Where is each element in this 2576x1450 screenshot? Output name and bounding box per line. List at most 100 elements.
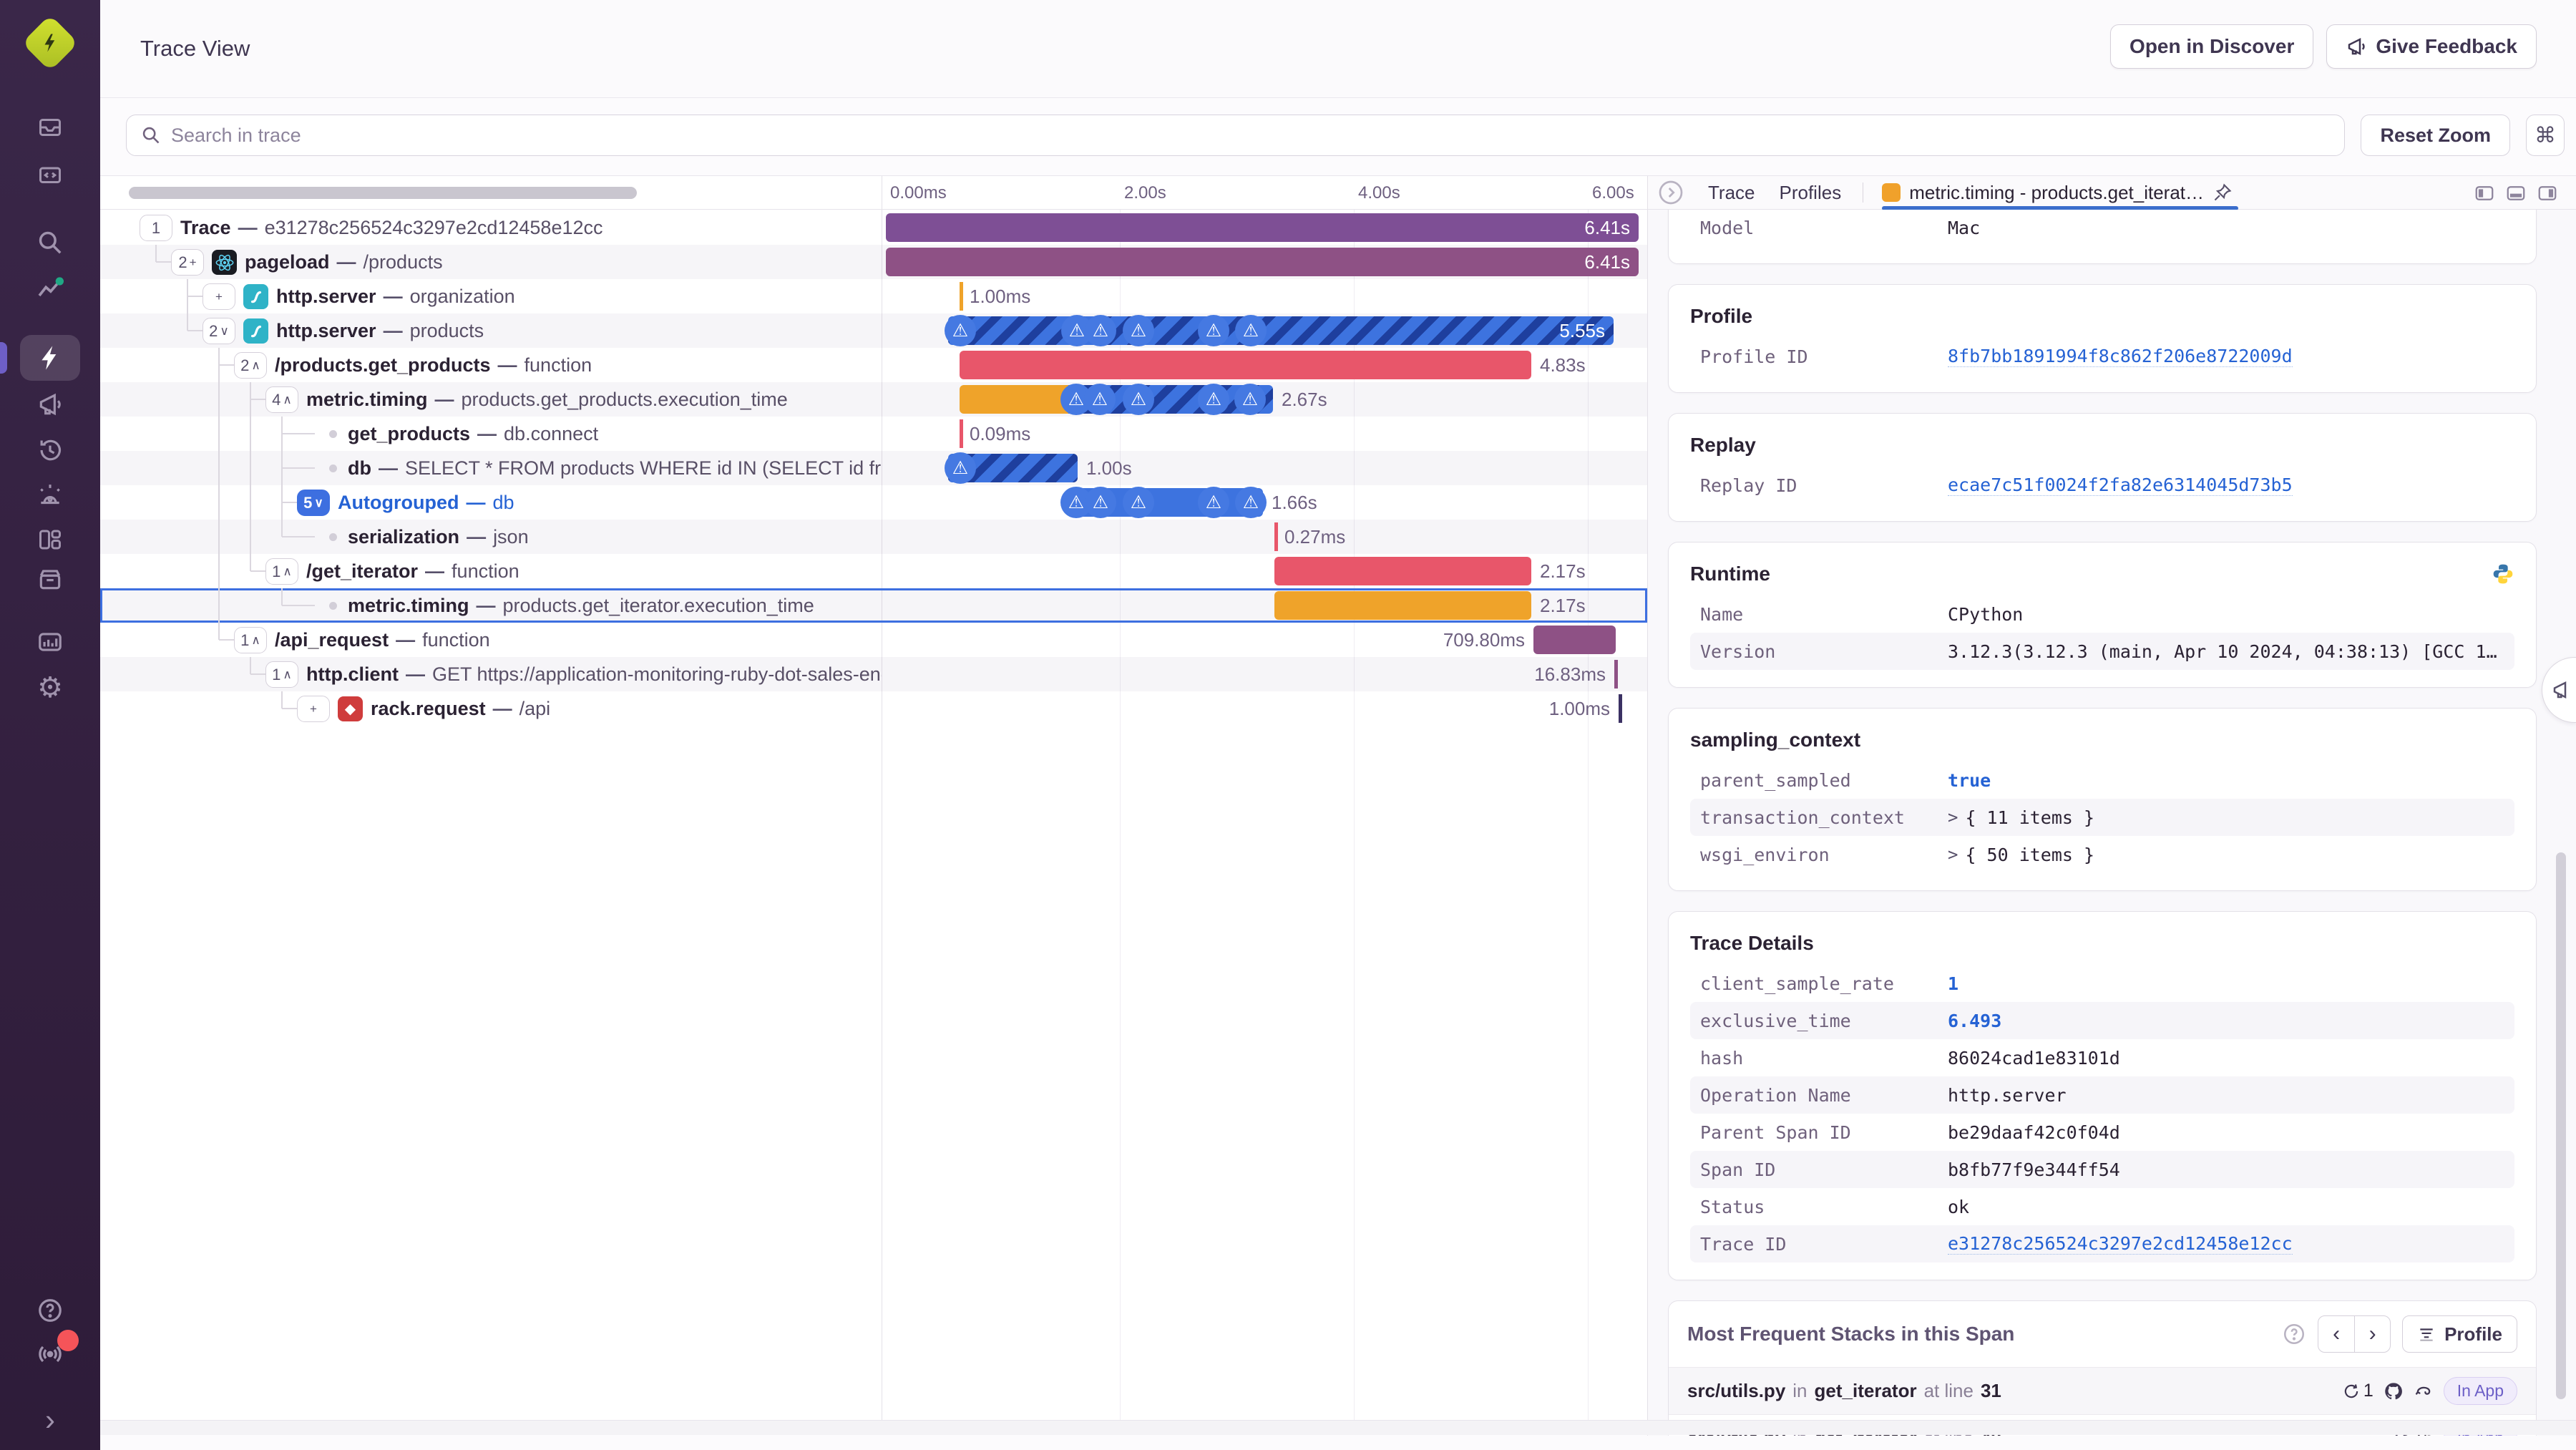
search-input[interactable]: [171, 124, 2331, 147]
span-row[interactable]: 1 ∧ http.client — GET https://application-mo…: [100, 657, 1647, 691]
sidebar-item-explore[interactable]: [0, 229, 100, 256]
sentry-logo[interactable]: [21, 14, 79, 72]
prev-stack-button[interactable]: ‹: [2318, 1316, 2354, 1352]
error-warning-icon[interactable]: ⚠: [1198, 315, 1229, 346]
sidebar-item-whats-new[interactable]: [0, 1340, 100, 1368]
span-row[interactable]: serialization — json 0.27ms: [100, 520, 1647, 554]
error-warning-icon[interactable]: ⚠: [1198, 487, 1229, 518]
notification-dot: [57, 1330, 79, 1351]
kv-value[interactable]: 8fb7bb1891994f8c862f206e8722009d: [1948, 346, 2293, 367]
tab-trace[interactable]: Trace: [1708, 182, 1755, 204]
error-warning-icon[interactable]: ⚠: [1085, 487, 1116, 518]
sidebar-item-help[interactable]: [0, 1297, 100, 1324]
error-warning-icon[interactable]: ⚠: [945, 452, 976, 484]
error-warning-icon[interactable]: ⚠: [945, 315, 976, 346]
span-bar[interactable]: [1533, 626, 1616, 654]
span-row[interactable]: 1 ∧ /get_iterator — function 2.17s: [100, 554, 1647, 588]
error-warning-icon[interactable]: ⚠: [1234, 384, 1266, 415]
span-row[interactable]: + http.server — organization 1.00ms: [100, 279, 1647, 313]
span-row[interactable]: 2 + pageload — /products 6.41s: [100, 245, 1647, 279]
span-children-badge[interactable]: 2 +: [171, 249, 204, 276]
span-row[interactable]: 2 ∧ /products.get_products — function 4.83s: [100, 348, 1647, 382]
sidebar-item-stats[interactable]: [0, 628, 100, 656]
span-children-badge[interactable]: 4 ∧: [265, 386, 298, 413]
span-row[interactable]: 5 ∨ Autogrouped — db 1.66s ⚠ ⚠ ⚠ ⚠ ⚠: [100, 485, 1647, 520]
error-warning-icon[interactable]: ⚠: [1235, 315, 1267, 346]
span-bar-self-time[interactable]: [960, 385, 1068, 414]
tab-profiles[interactable]: Profiles: [1780, 182, 1842, 204]
sidebar-item-replays[interactable]: [0, 437, 100, 464]
layout-left-panel-icon[interactable]: [2474, 183, 2495, 204]
next-stack-button[interactable]: ›: [2354, 1316, 2390, 1352]
help-icon[interactable]: [2282, 1322, 2306, 1346]
span-children-badge[interactable]: 5 ∨: [297, 490, 330, 516]
sidebar-item-releases[interactable]: [0, 565, 100, 593]
sidebar-item-settings[interactable]: ⚙: [0, 671, 100, 704]
span-children-badge[interactable]: 1 ∧: [234, 627, 267, 653]
kv-value[interactable]: ecae7c51f0024f2fa82e6314045d73b5: [1948, 475, 2293, 496]
open-in-discover-button[interactable]: Open in Discover: [2110, 24, 2314, 69]
error-warning-icon[interactable]: ⚠: [1123, 384, 1154, 415]
span-bar[interactable]: [886, 213, 1639, 242]
span-tick[interactable]: [960, 419, 963, 448]
tab-span-details[interactable]: metric.timing - products.get_iterat…: [1882, 176, 2239, 210]
stack-frame-row[interactable]: src/utils.py in get_iterator at line 31 1 In A…: [1669, 1368, 2536, 1415]
span-bar[interactable]: [948, 316, 1614, 345]
span-children-badge[interactable]: +: [297, 696, 330, 722]
search-box[interactable]: [126, 115, 2346, 156]
span-children-badge[interactable]: 2 ∧: [234, 352, 267, 379]
error-warning-icon[interactable]: ⚠: [1198, 384, 1229, 415]
sidebar-item-dashboards[interactable]: [0, 527, 100, 553]
horizontal-scrollbar[interactable]: [129, 187, 637, 199]
span-tick[interactable]: [1274, 522, 1278, 551]
span-row-tree: get_products — db.connect: [100, 417, 882, 451]
span-children-badge[interactable]: 2 ∨: [203, 318, 235, 344]
error-warning-icon[interactable]: ⚠: [1235, 487, 1267, 518]
span-children-badge[interactable]: +: [203, 283, 235, 310]
sidebar-item-feedback[interactable]: [0, 391, 100, 418]
expand-chevron-icon[interactable]: >: [1948, 807, 1958, 827]
span-row[interactable]: 4 ∧ metric.timing — products.get_products.ex…: [100, 382, 1647, 417]
sidebar-item-insights[interactable]: [0, 274, 100, 303]
error-warning-icon[interactable]: ⚠: [1123, 487, 1154, 518]
give-feedback-button[interactable]: Give Feedback: [2326, 24, 2537, 69]
span-bar[interactable]: [1274, 591, 1531, 620]
sidebar-item-issues[interactable]: [0, 115, 100, 140]
span-tick[interactable]: [1619, 694, 1622, 723]
hook-icon[interactable]: [2414, 1381, 2434, 1401]
sidebar-item-performance[interactable]: [0, 344, 100, 372]
span-tick[interactable]: [960, 282, 963, 311]
span-bar[interactable]: [886, 248, 1639, 276]
span-row[interactable]: db — SELECT * FROM products WHERE id IN (S…: [100, 451, 1647, 485]
collapse-drawer-icon[interactable]: [1658, 180, 1684, 205]
error-warning-icon[interactable]: ⚠: [1085, 315, 1116, 346]
error-warning-icon[interactable]: ⚠: [1123, 315, 1154, 346]
pin-icon[interactable]: [2212, 183, 2233, 203]
sidebar-item-projects[interactable]: [0, 162, 100, 188]
span-row[interactable]: metric.timing — products.get_iterator.exec…: [100, 588, 1647, 623]
span-row[interactable]: + ◆ rack.request — /api 1.00ms: [100, 691, 1647, 726]
layout-right-panel-icon[interactable]: [2537, 183, 2558, 204]
span-children-badge[interactable]: 1 ∧: [265, 661, 298, 688]
reset-zoom-button[interactable]: Reset Zoom: [2361, 115, 2510, 156]
span-children-badge[interactable]: 1 ∧: [265, 558, 298, 585]
span-tick[interactable]: [1614, 660, 1618, 688]
kv-value[interactable]: e31278c256524c3297e2cd12458e12cc: [1948, 1233, 2293, 1255]
span-row[interactable]: 1 Trace — e31278c256524c3297e2cd12458e12cc 6…: [100, 210, 1647, 245]
profile-button[interactable]: Profile: [2402, 1315, 2517, 1353]
span-row[interactable]: 1 ∧ /api_request — function 709.80ms: [100, 623, 1647, 657]
layout-bottom-panel-icon[interactable]: [2505, 183, 2527, 204]
span-children-badge[interactable]: 1: [140, 215, 172, 241]
span-bar[interactable]: [1274, 557, 1531, 585]
sidebar-item-alerts[interactable]: [0, 482, 100, 510]
shortcuts-button[interactable]: ⌘: [2526, 115, 2565, 156]
span-bar[interactable]: [960, 351, 1531, 379]
sidebar-collapse-toggle[interactable]: ›: [0, 1403, 100, 1437]
error-warning-icon[interactable]: ⚠: [1084, 384, 1116, 415]
span-row-label: db — SELECT * FROM products WHERE id IN (S…: [348, 451, 882, 485]
span-row[interactable]: get_products — db.connect 0.09ms: [100, 417, 1647, 451]
expand-chevron-icon[interactable]: >: [1948, 845, 1958, 865]
github-icon[interactable]: [2384, 1381, 2404, 1401]
vertical-scrollbar[interactable]: [2556, 852, 2566, 1399]
span-row[interactable]: 2 ∨ http.server — products 5.55s ⚠ ⚠ ⚠ ⚠ ⚠ ⚠: [100, 313, 1647, 348]
